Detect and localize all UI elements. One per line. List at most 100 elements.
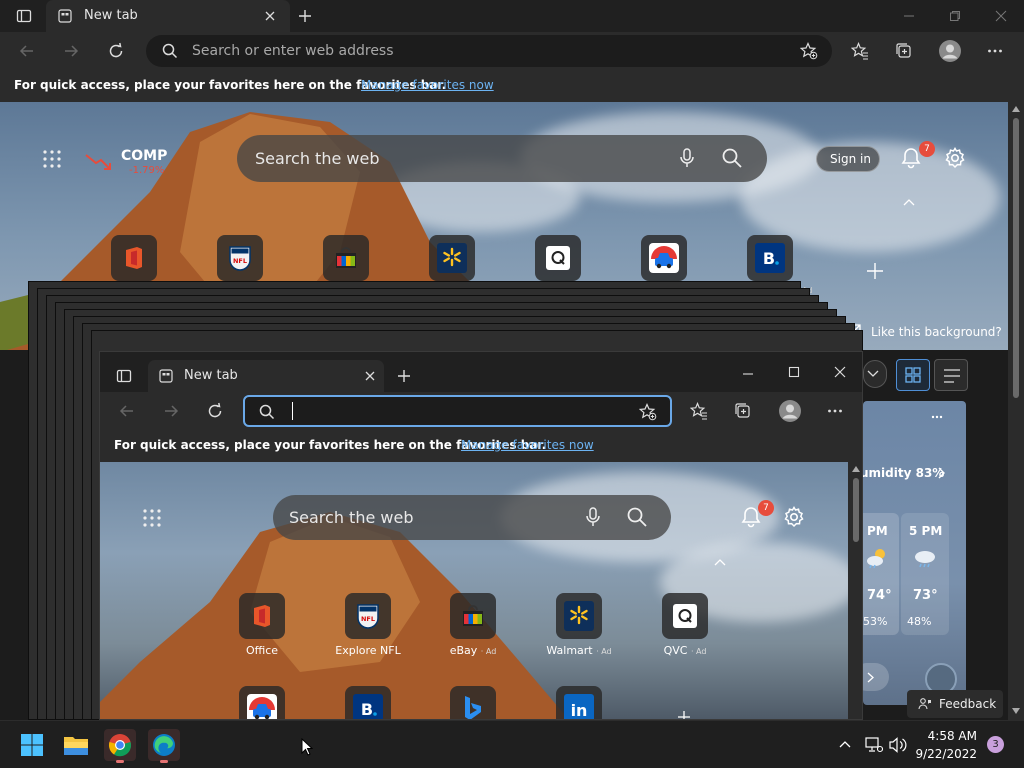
new-tab-button[interactable] xyxy=(297,8,313,24)
close-window-button[interactable] xyxy=(995,10,1007,22)
address-bar[interactable]: Search or enter web address xyxy=(146,35,832,67)
forecast-time-2: 5 PM xyxy=(909,524,943,538)
microphone-icon[interactable] xyxy=(585,507,601,527)
clock-date[interactable]: 9/22/2022 xyxy=(915,747,977,761)
restore-button[interactable] xyxy=(949,10,961,22)
walmart-tile[interactable] xyxy=(429,235,475,281)
qvc-tile[interactable] xyxy=(662,593,708,639)
refresh-icon[interactable] xyxy=(206,402,224,420)
booking-tile[interactable]: B xyxy=(747,235,793,281)
nfl-tile[interactable]: NFL xyxy=(345,593,391,639)
forecast-precip-1: 53% xyxy=(863,615,888,628)
settings-more-icon[interactable] xyxy=(986,42,1004,60)
linkedin-tile[interactable]: in xyxy=(556,686,602,719)
edge-icon[interactable] xyxy=(148,729,180,763)
maximize-button[interactable] xyxy=(788,366,800,378)
new-tab-page: Search the web 7 Office NFL Explore NFL xyxy=(100,462,848,719)
search-icon xyxy=(162,43,178,59)
manage-favorites-link[interactable]: Manage favorites now xyxy=(461,438,594,452)
chevron-right-icon[interactable] xyxy=(938,467,946,479)
tab-title: New tab xyxy=(84,8,138,23)
tab-new-tab[interactable]: New tab xyxy=(148,360,384,392)
close-window-button[interactable] xyxy=(834,366,846,378)
add-shortcut-plus-icon[interactable] xyxy=(866,262,884,280)
stock-change: -1.79% xyxy=(129,165,165,176)
scrollbar-thumb[interactable] xyxy=(1013,118,1019,398)
page-settings-gear-icon[interactable] xyxy=(783,506,805,528)
page-scrollbar[interactable] xyxy=(848,462,862,719)
collapse-chevron-up-icon[interactable] xyxy=(902,197,916,207)
collapse-chevron-up-icon[interactable] xyxy=(713,557,727,567)
apps-grid-icon[interactable] xyxy=(143,509,161,527)
manage-favorites-link[interactable]: Manage favorites now xyxy=(361,78,494,92)
clock-time[interactable]: 4:58 AM xyxy=(928,729,977,743)
rain-cloud-icon xyxy=(913,547,937,569)
search-icon[interactable] xyxy=(627,507,647,527)
like-background-link[interactable]: Like this background? xyxy=(871,325,1002,339)
stock-symbol[interactable]: COMP xyxy=(121,148,167,164)
weather-more-icon[interactable] xyxy=(931,415,943,419)
ebay-tile[interactable] xyxy=(323,235,369,281)
ebay-tile[interactable] xyxy=(450,593,496,639)
settings-more-icon[interactable] xyxy=(826,402,844,420)
notification-badge: 7 xyxy=(919,141,935,157)
office-tile[interactable] xyxy=(111,235,157,281)
refresh-icon[interactable] xyxy=(107,42,125,60)
page-settings-gear-icon[interactable] xyxy=(944,147,966,169)
sign-in-button[interactable]: Sign in xyxy=(816,146,880,172)
favorites-icon[interactable] xyxy=(851,42,869,60)
qvc-tile[interactable] xyxy=(535,235,581,281)
add-favorite-icon[interactable] xyxy=(639,403,657,421)
file-explorer-icon[interactable] xyxy=(60,729,92,761)
taskbar: 4:58 AM 9/22/2022 3 xyxy=(0,720,1024,768)
chrome-icon[interactable] xyxy=(104,729,136,763)
nfl-tile[interactable]: NFL xyxy=(217,235,263,281)
list-layout-button[interactable] xyxy=(934,359,968,391)
network-icon[interactable] xyxy=(865,737,883,753)
add-favorite-icon[interactable] xyxy=(800,42,818,60)
notification-center-badge[interactable]: 3 xyxy=(987,736,1004,753)
tab-actions-icon[interactable] xyxy=(116,368,132,384)
bing-tile[interactable] xyxy=(450,686,496,719)
collections-icon[interactable] xyxy=(734,402,752,420)
office-tile[interactable] xyxy=(239,593,285,639)
page-scrollbar[interactable] xyxy=(1008,102,1024,720)
back-arrow-icon[interactable] xyxy=(18,42,36,60)
add-shortcut-plus-icon[interactable] xyxy=(677,710,691,719)
close-tab-icon[interactable] xyxy=(364,370,376,382)
profile-avatar[interactable] xyxy=(938,39,962,63)
windows-start-icon[interactable] xyxy=(16,729,48,761)
car-tile[interactable] xyxy=(641,235,687,281)
tab-new-tab[interactable]: New tab xyxy=(46,0,290,32)
microphone-icon[interactable] xyxy=(679,148,695,168)
forward-arrow-icon[interactable] xyxy=(162,402,180,420)
collections-icon[interactable] xyxy=(895,42,913,60)
volume-icon[interactable] xyxy=(889,737,907,753)
layout-dropdown-button[interactable] xyxy=(863,360,887,388)
tab-title: New tab xyxy=(184,368,238,383)
car-tile[interactable] xyxy=(239,686,285,719)
minimize-button[interactable] xyxy=(742,368,754,380)
weather-card[interactable]: umidity 83% PM 74° 53% 5 PM 73° 48% xyxy=(863,401,966,705)
close-tab-icon[interactable] xyxy=(264,10,276,22)
profile-avatar[interactable] xyxy=(778,399,802,423)
tab-actions-icon[interactable] xyxy=(16,8,32,24)
new-tab-button[interactable] xyxy=(396,368,412,384)
walmart-tile[interactable] xyxy=(556,593,602,639)
forward-arrow-icon[interactable] xyxy=(62,42,80,60)
search-icon[interactable] xyxy=(722,148,742,168)
back-arrow-icon[interactable] xyxy=(118,402,136,420)
web-search-box[interactable]: Search the web xyxy=(237,135,767,182)
weather-humidity: umidity 83% xyxy=(863,466,945,480)
feedback-button[interactable]: Feedback xyxy=(907,690,1003,718)
weather-next-button[interactable] xyxy=(863,663,889,691)
scrollbar-thumb[interactable] xyxy=(853,478,859,542)
apps-grid-icon[interactable] xyxy=(43,150,61,168)
grid-layout-button[interactable] xyxy=(896,359,930,391)
web-search-box[interactable]: Search the web xyxy=(273,495,671,540)
booking-tile[interactable]: B xyxy=(345,686,391,719)
address-bar[interactable] xyxy=(243,395,672,427)
minimize-button[interactable] xyxy=(903,10,915,22)
show-hidden-icons-chevron-icon[interactable] xyxy=(838,739,852,749)
favorites-icon[interactable] xyxy=(690,402,708,420)
